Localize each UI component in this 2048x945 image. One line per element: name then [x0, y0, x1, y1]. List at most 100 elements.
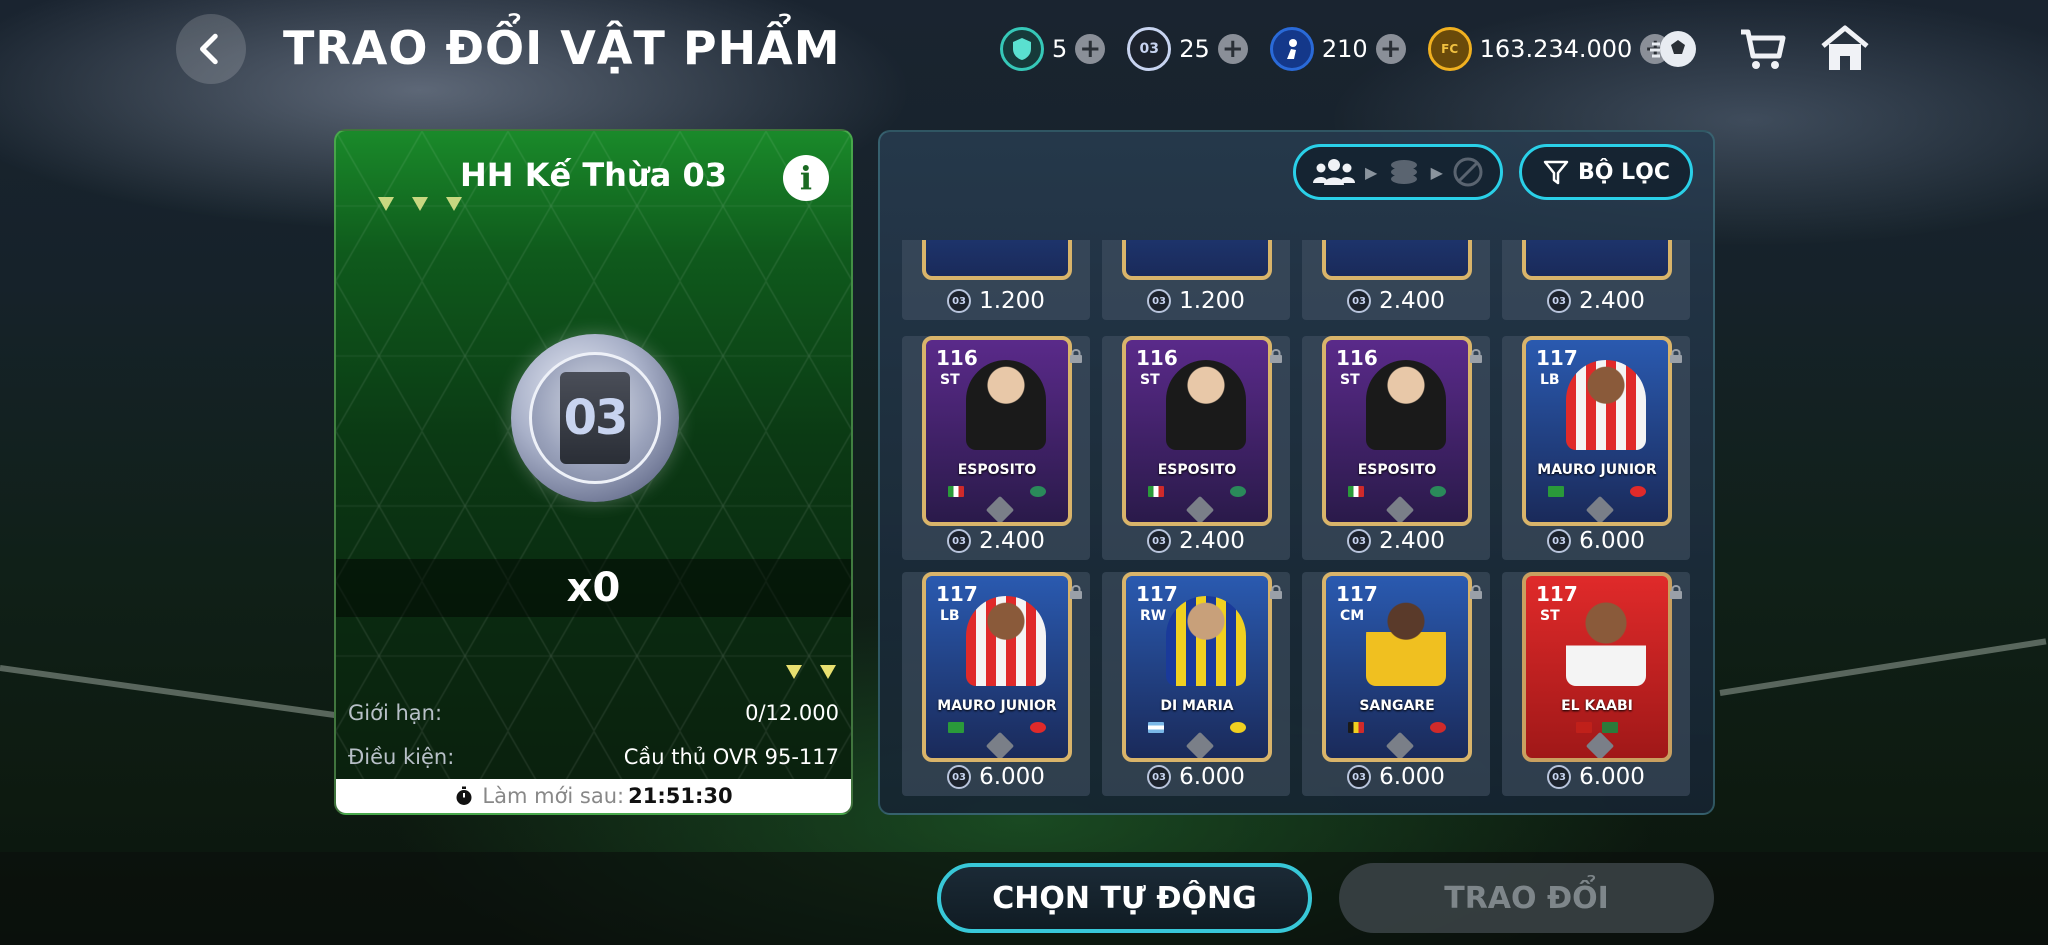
price-value: 2.400	[1379, 528, 1445, 554]
refresh-timer: Làm mới sau: 21:51:30	[336, 779, 851, 813]
limit-value: 0/12.000	[745, 701, 839, 725]
item-count: x0	[336, 559, 851, 617]
add-token-button[interactable]: +	[1375, 34, 1406, 64]
lock-icon	[1670, 585, 1682, 599]
card-coin-icon: 03	[1547, 765, 1572, 789]
decor-triangles-top	[378, 197, 462, 211]
player-selection-panel: ▶ ▶ BỘ LỌC 03 1.200 03 1.200 03 2.400 03 2.4…	[878, 130, 1715, 815]
currency-card: 03 25 +	[1127, 27, 1248, 71]
card-coin-icon: 03	[947, 529, 972, 553]
player-token-icon	[1269, 27, 1314, 71]
page-title: TRAO ĐỔI VẬT PHẨM	[283, 21, 841, 75]
player-card: 117 RW DI MARIA	[1122, 572, 1272, 762]
player-card: 116 ST ESPOSITO	[922, 336, 1072, 526]
price-value: 2.400	[1579, 288, 1645, 314]
player-grid: 03 1.200 03 1.200 03 2.400 03 2.400 116 ST ES…	[880, 240, 1713, 813]
currency-fc-value: 163.234.000	[1479, 35, 1633, 63]
player-slot[interactable]: 03 2.400	[1502, 240, 1690, 320]
chevron-right-icon: ▶	[1430, 162, 1443, 182]
player-slot[interactable]: 03 2.400	[1302, 240, 1490, 320]
price-value: 6.000	[1579, 764, 1645, 790]
price-value: 1.200	[1179, 288, 1245, 314]
player-card: 116 ST ESPOSITO	[1122, 336, 1272, 526]
currency-fc: FC 163.234.000 +	[1427, 27, 1671, 71]
limit-label: Giới hạn:	[348, 701, 443, 725]
shield-gem-icon	[1000, 27, 1044, 71]
people-icon	[1313, 159, 1356, 185]
currency-bar: 5 + 03 25 + 210 + FC 163.234.000 +	[1000, 24, 1692, 74]
lock-icon	[1470, 585, 1482, 599]
player-slot[interactable]: 116 ST ESPOSITO 03 2.400	[1102, 336, 1290, 560]
player-card: 116 ST ESPOSITO	[1322, 336, 1472, 526]
price-value: 1.200	[979, 288, 1045, 314]
currency-token-value: 210	[1321, 35, 1368, 63]
stopwatch-icon	[456, 786, 472, 805]
price-value: 6.000	[1179, 764, 1245, 790]
group-toggle[interactable]: ▶ ▶	[1293, 144, 1503, 200]
condition-label: Điều kiện:	[348, 745, 455, 769]
lock-icon	[1070, 585, 1082, 599]
price-value: 2.400	[1379, 288, 1445, 314]
chevron-left-icon	[200, 33, 218, 65]
chevron-right-icon: ▶	[1365, 162, 1378, 182]
card-coin-icon: 03	[1127, 27, 1172, 71]
lock-icon	[1070, 349, 1082, 363]
refresh-time: 21:51:30	[628, 784, 733, 808]
trade-button[interactable]: TRAO ĐỔI	[1339, 863, 1714, 933]
info-icon[interactable]: i	[783, 155, 829, 201]
price-value: 6.000	[1579, 528, 1645, 554]
lock-icon	[1270, 349, 1282, 363]
currency-shield: 5 +	[1000, 27, 1106, 71]
card-coin-icon: 03	[1547, 289, 1572, 313]
player-slot[interactable]: 117 LB MAURO JUNIOR 03 6.000	[902, 572, 1090, 796]
player-slot[interactable]: 03 1.200	[902, 240, 1090, 320]
blocked-icon	[1453, 157, 1483, 187]
condition-row: Điều kiện: Cầu thủ OVR 95-117	[336, 735, 851, 779]
add-shield-button[interactable]: +	[1075, 34, 1106, 64]
currency-token: 210 +	[1269, 27, 1406, 71]
price-value: 2.400	[1179, 528, 1245, 554]
player-slot[interactable]: 03 1.200	[1102, 240, 1290, 320]
player-card: 117 CM SANGARE	[1322, 572, 1472, 762]
lock-icon	[1270, 585, 1282, 599]
filter-button[interactable]: BỘ LỌC	[1519, 144, 1693, 200]
lock-icon	[1670, 349, 1682, 363]
player-slot[interactable]: 117 ST EL KAABI 03 6.000	[1502, 572, 1690, 796]
item-coin-icon: 03	[511, 334, 679, 502]
back-button[interactable]	[176, 14, 246, 84]
card-coin-icon: 03	[947, 289, 972, 313]
exchange-item-panel: HH Kế Thừa 03 i 03 x0 Giới hạn: 0/12.000…	[334, 129, 853, 815]
player-card: 117 LB MAURO JUNIOR	[922, 572, 1072, 762]
card-coin-icon: 03	[1547, 529, 1572, 553]
card-coin-icon: 03	[1147, 529, 1172, 553]
player-slot[interactable]: 116 ST ESPOSITO 03 2.400	[902, 336, 1090, 560]
condition-value: Cầu thủ OVR 95-117	[623, 745, 839, 769]
cart-icon[interactable]	[1735, 22, 1789, 76]
home-icon[interactable]	[1818, 22, 1872, 76]
lock-icon	[1470, 349, 1482, 363]
player-slot[interactable]: 117 CM SANGARE 03 6.000	[1302, 572, 1490, 796]
player-slot[interactable]: 117 RW DI MARIA 03 6.000	[1102, 572, 1290, 796]
card-coin-icon: 03	[947, 765, 972, 789]
filter-label: BỘ LỌC	[1578, 159, 1670, 185]
refresh-label: Làm mới sau:	[482, 784, 625, 808]
currency-shield-value: 5	[1052, 35, 1068, 63]
fc-coin-icon: FC	[1427, 27, 1472, 71]
limit-row: Giới hạn: 0/12.000	[336, 691, 851, 735]
decor-triangles-bottom	[786, 665, 836, 679]
card-coin-icon: 03	[1347, 529, 1372, 553]
card-coin-icon: 03	[1347, 765, 1372, 789]
price-value: 6.000	[1379, 764, 1445, 790]
item-title: HH Kế Thừa 03	[460, 156, 727, 194]
stack-icon	[1390, 160, 1417, 184]
card-coin-icon: 03	[1147, 765, 1172, 789]
card-coin-icon: 03	[1147, 289, 1172, 313]
player-card: 117 LB MAURO JUNIOR	[1522, 336, 1672, 526]
player-slot[interactable]: 117 LB MAURO JUNIOR 03 6.000	[1502, 336, 1690, 560]
currency-card-value: 25	[1179, 35, 1210, 63]
football-icon[interactable]	[1648, 22, 1702, 76]
player-slot[interactable]: 116 ST ESPOSITO 03 2.400	[1302, 336, 1490, 560]
add-card-button[interactable]: +	[1217, 34, 1248, 64]
auto-select-button[interactable]: CHỌN TỰ ĐỘNG	[937, 863, 1312, 933]
filter-icon	[1543, 160, 1569, 185]
